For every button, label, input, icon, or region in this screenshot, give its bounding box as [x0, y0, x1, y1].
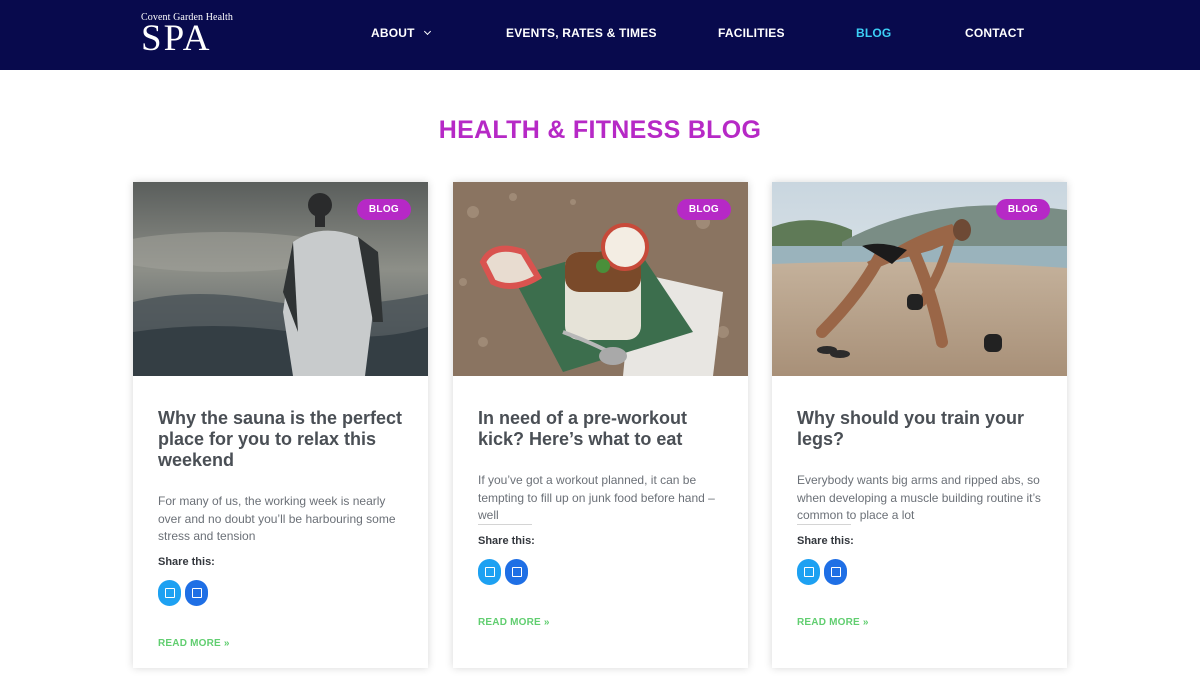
excerpt-divider: [478, 524, 532, 525]
excerpt-divider: [797, 524, 851, 525]
main-nav: ABOUT EVENTS, RATES & TIMES FACILITIES B…: [0, 0, 1200, 70]
post-image-preworkout[interactable]: BLOG: [453, 182, 748, 376]
read-more-link[interactable]: READ MORE »: [478, 617, 550, 628]
post-title[interactable]: Why the sauna is the perfect place for y…: [158, 408, 408, 471]
nav-item-events[interactable]: EVENTS, RATES & TIMES: [506, 26, 657, 40]
nav-item-about[interactable]: ABOUT: [371, 26, 431, 40]
share-label: Share this:: [478, 535, 535, 547]
share-facebook-button[interactable]: [824, 559, 847, 585]
site-header: Covent Garden Health SPA ABOUT EVENTS, R…: [0, 0, 1200, 70]
post-excerpt: If you’ve got a workout planned, it can …: [478, 473, 715, 522]
post-image-sauna[interactable]: BLOG: [133, 182, 428, 376]
category-badge[interactable]: BLOG: [356, 199, 411, 220]
category-badge[interactable]: BLOG: [995, 199, 1050, 220]
post-title[interactable]: In need of a pre-workout kick? Here’s wh…: [478, 408, 728, 450]
blog-card: BLOG Why should you train your legs? Eve…: [772, 182, 1067, 668]
nav-item-about-label: ABOUT: [371, 26, 415, 40]
page-title: HEALTH & FITNESS BLOG: [438, 116, 762, 144]
share-facebook-button[interactable]: [185, 580, 208, 606]
share-facebook-button[interactable]: [505, 559, 528, 585]
facebook-icon: [511, 567, 522, 577]
blog-card: BLOG Why the sauna is the perfect place …: [133, 182, 428, 668]
category-badge[interactable]: BLOG: [676, 199, 731, 220]
post-excerpt: For many of us, the working week is near…: [158, 494, 396, 543]
share-twitter-button[interactable]: [158, 580, 181, 606]
facebook-icon: [830, 567, 841, 577]
share-twitter-button[interactable]: [478, 559, 501, 585]
post-image-legs[interactable]: BLOG: [772, 182, 1067, 376]
nav-item-blog[interactable]: BLOG: [856, 26, 891, 40]
share-twitter-button[interactable]: [797, 559, 820, 585]
share-label: Share this:: [158, 556, 215, 568]
twitter-icon: [164, 588, 175, 598]
blog-card: BLOG In need of a pre-workout kick? Here…: [453, 182, 748, 668]
facebook-icon: [191, 588, 202, 598]
nav-item-facilities[interactable]: FACILITIES: [718, 26, 785, 40]
twitter-icon: [484, 567, 495, 577]
twitter-icon: [803, 567, 814, 577]
read-more-link[interactable]: READ MORE »: [158, 638, 230, 649]
post-title[interactable]: Why should you train your legs?: [797, 408, 1047, 450]
read-more-link[interactable]: READ MORE »: [797, 617, 869, 628]
share-label: Share this:: [797, 535, 854, 547]
nav-item-contact[interactable]: CONTACT: [965, 26, 1024, 40]
post-excerpt: Everybody wants big arms and ripped abs,…: [797, 473, 1041, 522]
chevron-down-icon: [423, 27, 431, 36]
